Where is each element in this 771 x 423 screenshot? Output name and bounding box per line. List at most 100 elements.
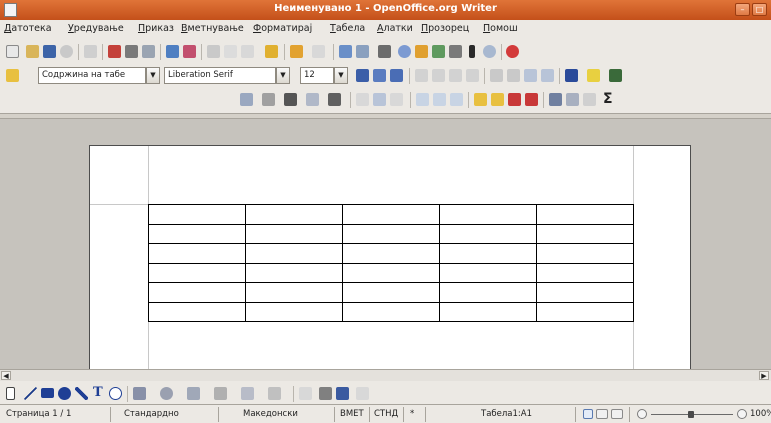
text-tool-icon[interactable]: T <box>93 385 103 400</box>
italic-icon[interactable] <box>373 69 386 82</box>
table-cell[interactable] <box>536 282 634 303</box>
stars-icon[interactable] <box>268 387 281 400</box>
table-cell[interactable] <box>148 301 246 322</box>
menu-table[interactable]: Табела <box>330 23 365 34</box>
spellcheck-icon[interactable] <box>166 45 179 58</box>
status-page-style[interactable]: Стандардно <box>124 408 179 421</box>
table-cell[interactable] <box>245 301 343 322</box>
find-replace-icon[interactable] <box>398 45 411 58</box>
basic-shapes-icon[interactable] <box>133 387 146 400</box>
table-cell[interactable] <box>245 204 343 225</box>
menu-view[interactable]: Приказ <box>138 23 174 34</box>
status-selection-mode[interactable]: СТНД <box>374 408 398 421</box>
autoformat-icon[interactable] <box>549 93 562 106</box>
callouts-icon[interactable] <box>109 387 122 400</box>
line-icon[interactable] <box>24 387 37 400</box>
data-sources-icon[interactable] <box>449 45 462 58</box>
status-language[interactable]: Македонски <box>243 408 298 421</box>
callout-shapes-icon[interactable] <box>241 387 254 400</box>
insert-column-icon[interactable] <box>491 93 504 106</box>
freeform-line-icon[interactable] <box>75 387 88 400</box>
scroll-left-icon[interactable]: ◀ <box>1 371 11 380</box>
underline-icon[interactable] <box>390 69 403 82</box>
clone-formatting-icon[interactable] <box>265 45 278 58</box>
table-cell[interactable] <box>439 243 537 264</box>
table-cell[interactable] <box>342 243 440 264</box>
table-cell[interactable] <box>245 282 343 303</box>
hyperlink-icon[interactable] <box>339 45 352 58</box>
menu-insert[interactable]: Вметнување <box>181 23 244 34</box>
increase-indent-icon[interactable] <box>541 69 554 82</box>
export-pdf-icon[interactable] <box>108 45 121 58</box>
block-arrows-icon[interactable] <box>187 387 200 400</box>
background-color-icon[interactable] <box>609 69 622 82</box>
table-cell[interactable] <box>342 301 440 322</box>
table-cell[interactable] <box>148 282 246 303</box>
fontwork-gallery-icon[interactable] <box>319 387 332 400</box>
menu-help[interactable]: Помош <box>483 23 518 34</box>
redo-icon[interactable] <box>312 45 325 58</box>
single-page-view-icon[interactable] <box>583 409 593 419</box>
table-cell[interactable] <box>536 223 634 244</box>
table-cell[interactable] <box>245 223 343 244</box>
menu-file[interactable]: Датотека <box>4 23 52 34</box>
justify-icon[interactable] <box>466 69 479 82</box>
status-page[interactable]: Страница 1 / 1 <box>6 408 71 421</box>
email-icon[interactable] <box>60 45 73 58</box>
sum-icon[interactable]: Σ <box>603 91 613 107</box>
align-left-icon[interactable] <box>415 69 428 82</box>
autospellcheck-icon[interactable] <box>183 45 196 58</box>
sort-icon[interactable] <box>583 93 596 106</box>
decrease-indent-icon[interactable] <box>524 69 537 82</box>
page-preview-icon[interactable] <box>142 45 155 58</box>
line-color-icon[interactable] <box>284 93 297 106</box>
ellipse-icon[interactable] <box>58 387 71 400</box>
font-size-combo[interactable]: 12 <box>300 67 334 84</box>
line-style-icon[interactable] <box>262 93 275 106</box>
font-size-dropdown[interactable]: ▼ <box>334 67 348 84</box>
table-cell[interactable] <box>148 243 246 264</box>
borders-icon[interactable] <box>306 93 319 106</box>
table-cell[interactable] <box>245 262 343 283</box>
table-cell[interactable] <box>536 204 634 225</box>
insert-row-icon[interactable] <box>474 93 487 106</box>
align-center-icon[interactable] <box>432 69 445 82</box>
menu-format[interactable]: Форматирај <box>253 23 312 34</box>
paragraph-style-combo[interactable]: Содржина на табе <box>38 67 146 84</box>
paste-icon[interactable] <box>241 45 254 58</box>
insert-table-icon[interactable] <box>356 45 369 58</box>
styles-formatting-icon[interactable] <box>6 69 19 82</box>
table-cell[interactable] <box>342 262 440 283</box>
cut-icon[interactable] <box>207 45 220 58</box>
table-cell[interactable] <box>536 262 634 283</box>
undo-icon[interactable] <box>290 45 303 58</box>
align-bottom-icon[interactable] <box>450 93 463 106</box>
zoom-icon[interactable] <box>483 45 496 58</box>
align-top-icon[interactable] <box>416 93 429 106</box>
cell-background-icon[interactable] <box>328 93 341 106</box>
table-cell[interactable] <box>148 262 246 283</box>
menu-window[interactable]: Прозорец <box>421 23 469 34</box>
table-cell[interactable] <box>342 204 440 225</box>
table-cell[interactable] <box>245 243 343 264</box>
merge-cells-icon[interactable] <box>356 93 369 106</box>
menu-edit[interactable]: Уредување <box>68 23 124 34</box>
table-cell[interactable] <box>148 204 246 225</box>
maximize-button[interactable]: □ <box>752 3 767 16</box>
bold-icon[interactable] <box>356 69 369 82</box>
center-vertically-icon[interactable] <box>433 93 446 106</box>
split-cells-icon[interactable] <box>373 93 386 106</box>
font-color-icon[interactable] <box>565 69 578 82</box>
save-icon[interactable] <box>43 45 56 58</box>
table-cell[interactable] <box>439 223 537 244</box>
symbol-shapes-icon[interactable] <box>160 387 173 400</box>
edit-file-icon[interactable] <box>84 45 97 58</box>
rectangle-icon[interactable] <box>41 388 54 398</box>
table-cell[interactable] <box>342 282 440 303</box>
minimize-button[interactable]: – <box>735 3 750 16</box>
new-document-icon[interactable] <box>6 45 19 58</box>
delete-column-icon[interactable] <box>525 93 538 106</box>
zoom-in-icon[interactable] <box>737 409 747 419</box>
numbering-icon[interactable] <box>490 69 503 82</box>
align-right-icon[interactable] <box>449 69 462 82</box>
